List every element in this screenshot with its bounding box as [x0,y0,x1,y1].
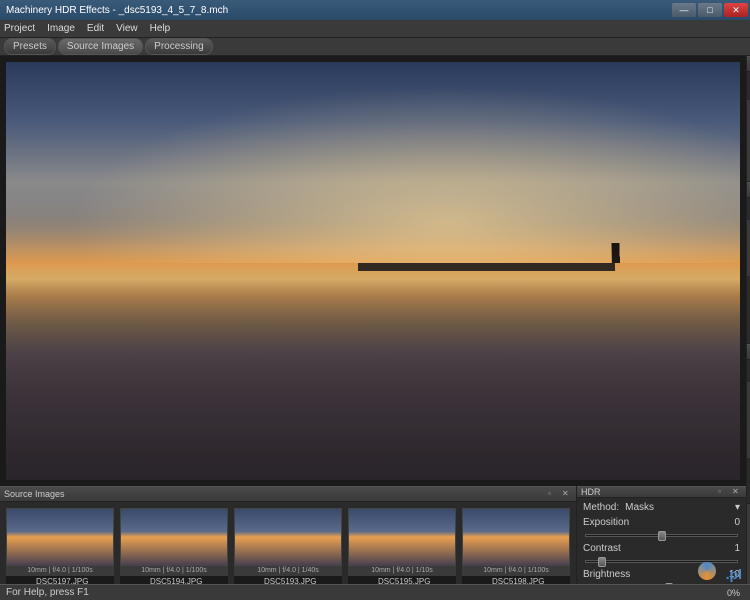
dropdown-icon[interactable]: ▾ [735,502,740,513]
close-button[interactable]: ✕ [724,3,748,17]
exposition-label: Exposition [583,517,629,528]
method-dropdown[interactable]: Masks [619,502,735,513]
menu-edit[interactable]: Edit [87,23,104,34]
thumbnail[interactable]: 10mm | f/4.0 | 1/40s_DSC5193.JPG [234,508,342,588]
status-help-text: For Help, press F1 [6,587,89,598]
source-images-header: Source Images ▫ ✕ [0,486,576,502]
menu-view[interactable]: View [116,23,138,34]
window-controls: — □ ✕ [672,3,748,17]
thumbnail[interactable]: 10mm | f/4.0 | 1/100s_DSC5198.JPG [462,508,570,588]
maximize-button[interactable]: □ [698,3,722,17]
close-panel-icon[interactable]: ✕ [562,489,572,499]
close-panel-icon[interactable]: ✕ [732,487,742,497]
title-bar: Machinery HDR Effects - _dsc5193_4_5_7_8… [0,0,750,20]
thumbnail[interactable]: 10mm | f/4.0 | 1/100s_DSC5194.JPG [120,508,228,588]
method-label: Method: [583,502,619,513]
tab-presets[interactable]: Presets [4,38,56,55]
menu-bar: Project Image Edit View Help [0,20,750,38]
contrast-label: Contrast [583,543,621,554]
hdr-panel-header: HDR ▫ ✕ [577,486,746,498]
tab-bar: Presets Source Images Processing [0,38,750,56]
contrast-slider[interactable] [585,560,738,563]
brightness-label: Brightness [583,569,630,580]
tab-processing[interactable]: Processing [145,38,212,55]
pin-icon[interactable]: ▫ [718,487,728,497]
source-thumbnails: 10mm | f/4.0 | 1/100s_DSC5197.JPG 10mm |… [0,502,576,594]
hdr-title: HDR [581,487,601,497]
exposition-value: 0 [734,517,740,528]
status-bar: For Help, press F1 0% [0,584,750,600]
image-canvas[interactable] [0,56,746,486]
thumbnail[interactable]: 10mm | f/4.0 | 1/100s_DSC5197.JPG [6,508,114,588]
tab-source-images[interactable]: Source Images [58,38,143,55]
watermark-text: .pl [726,566,742,582]
window-title: Machinery HDR Effects - _dsc5193_4_5_7_8… [2,5,228,16]
menu-image[interactable]: Image [47,23,75,34]
status-progress: 0% [89,588,744,598]
menu-project[interactable]: Project [4,23,35,34]
preview-image [6,62,740,480]
exposition-slider[interactable] [585,534,738,537]
pin-icon[interactable]: ▫ [548,489,558,499]
source-images-title: Source Images [4,489,65,499]
watermark-logo-icon [698,562,716,580]
contrast-value: 1 [734,543,740,554]
minimize-button[interactable]: — [672,3,696,17]
menu-help[interactable]: Help [150,23,171,34]
thumbnail[interactable]: 10mm | f/4.0 | 1/10s_DSC5195.JPG [348,508,456,588]
